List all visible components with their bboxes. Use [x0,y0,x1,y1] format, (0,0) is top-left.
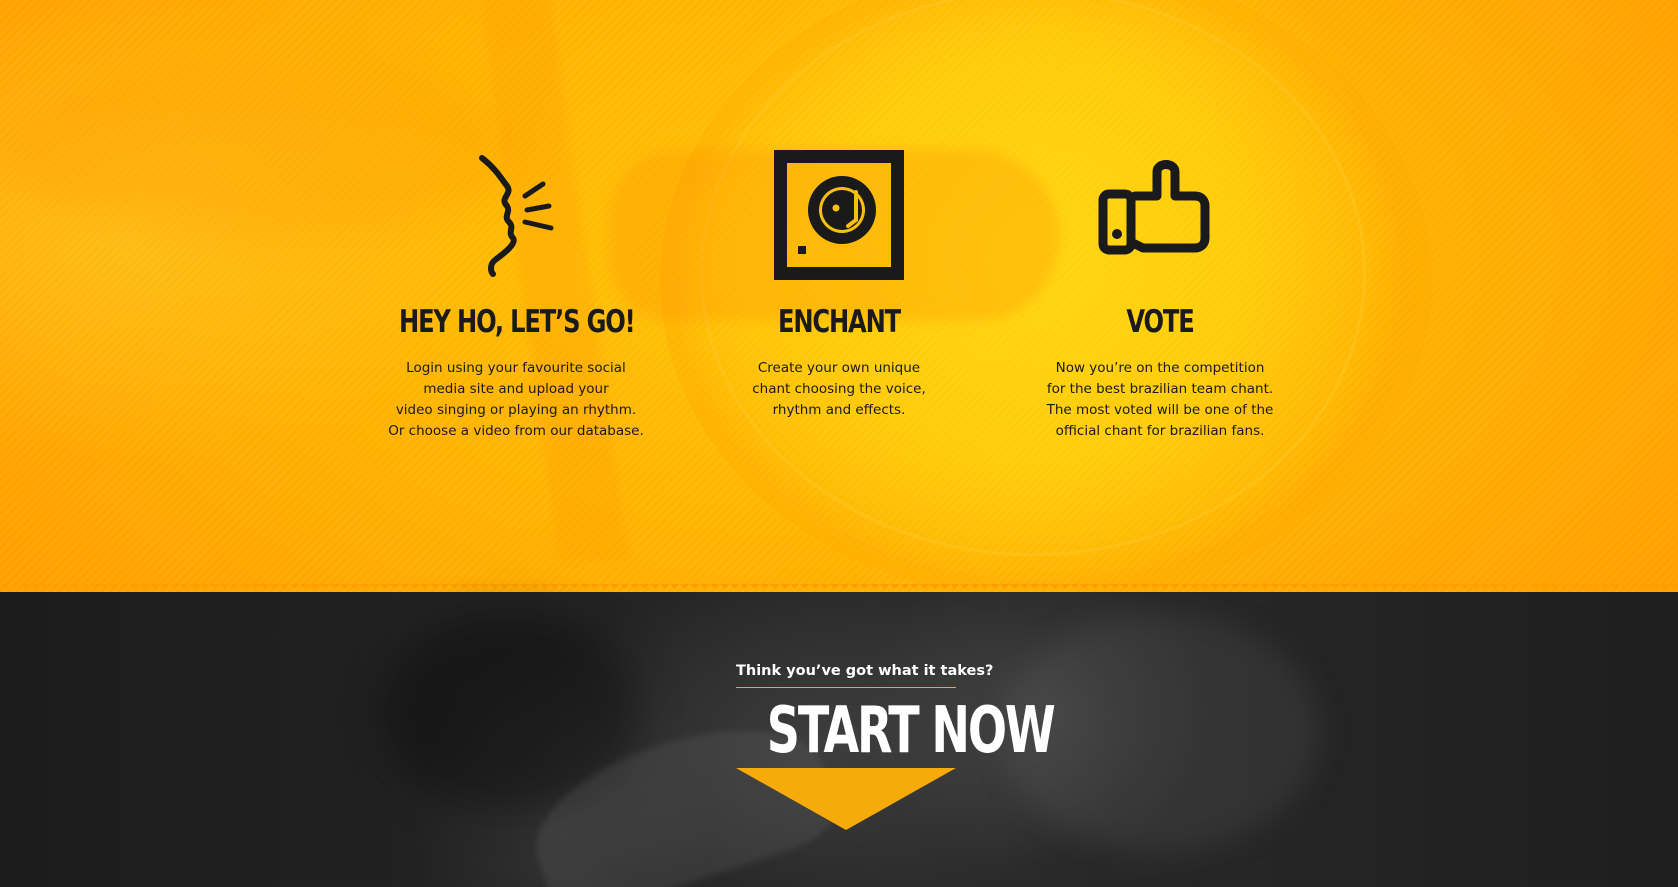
feature-enchant: ENCHANT Create your own unique chant cho… [689,150,989,421]
page: HEY HO, LET’S GO! Login using your favou… [0,0,1678,887]
start-now-button[interactable]: START NOW [767,696,1056,766]
feature-title: HEY HO, LET’S GO! [399,304,636,340]
description-line: official chant for brazilian fans. [1055,423,1265,439]
how-it-works-section: HEY HO, LET’S GO! Login using your favou… [0,0,1678,602]
thumbs-up-icon [1098,160,1210,255]
feature-description: Create your own unique chant choosing th… [689,358,989,421]
description-line: Or choose a video from our database. [388,423,644,439]
feature-login: HEY HO, LET’S GO! Login using your favou… [366,150,666,442]
shouting-mouth-icon [479,155,554,277]
description-line: Create your own unique [757,360,921,376]
description-line: media site and upload your [423,381,609,397]
arrow-down-icon[interactable] [736,768,956,830]
description-line: rhythm and effects. [772,402,906,418]
feature-vote: VOTE Now you’re on the competition for t… [1010,150,1310,442]
feature-title: VOTE [1126,304,1194,340]
cta-box: Think you’ve got what it takes? START NO… [736,661,1056,830]
description-line: for the best brazilian team chant. [1046,381,1274,397]
feature-description: Now you’re on the competition for the be… [1010,358,1310,442]
description-line: Now you’re on the competition [1055,360,1265,376]
description-line: video singing or playing an rhythm. [395,402,637,418]
description-line: chant choosing the voice, [752,381,926,397]
cta-question: Think you’ve got what it takes? [736,661,993,688]
feature-description: Login using your favourite social media … [366,358,666,442]
feature-title: ENCHANT [778,304,901,340]
description-line: Login using your favourite social [406,360,626,376]
turntable-icon [774,150,904,280]
description-line: The most voted will be one of the [1046,402,1274,418]
call-to-action-section: Think you’ve got what it takes? START NO… [0,592,1678,887]
